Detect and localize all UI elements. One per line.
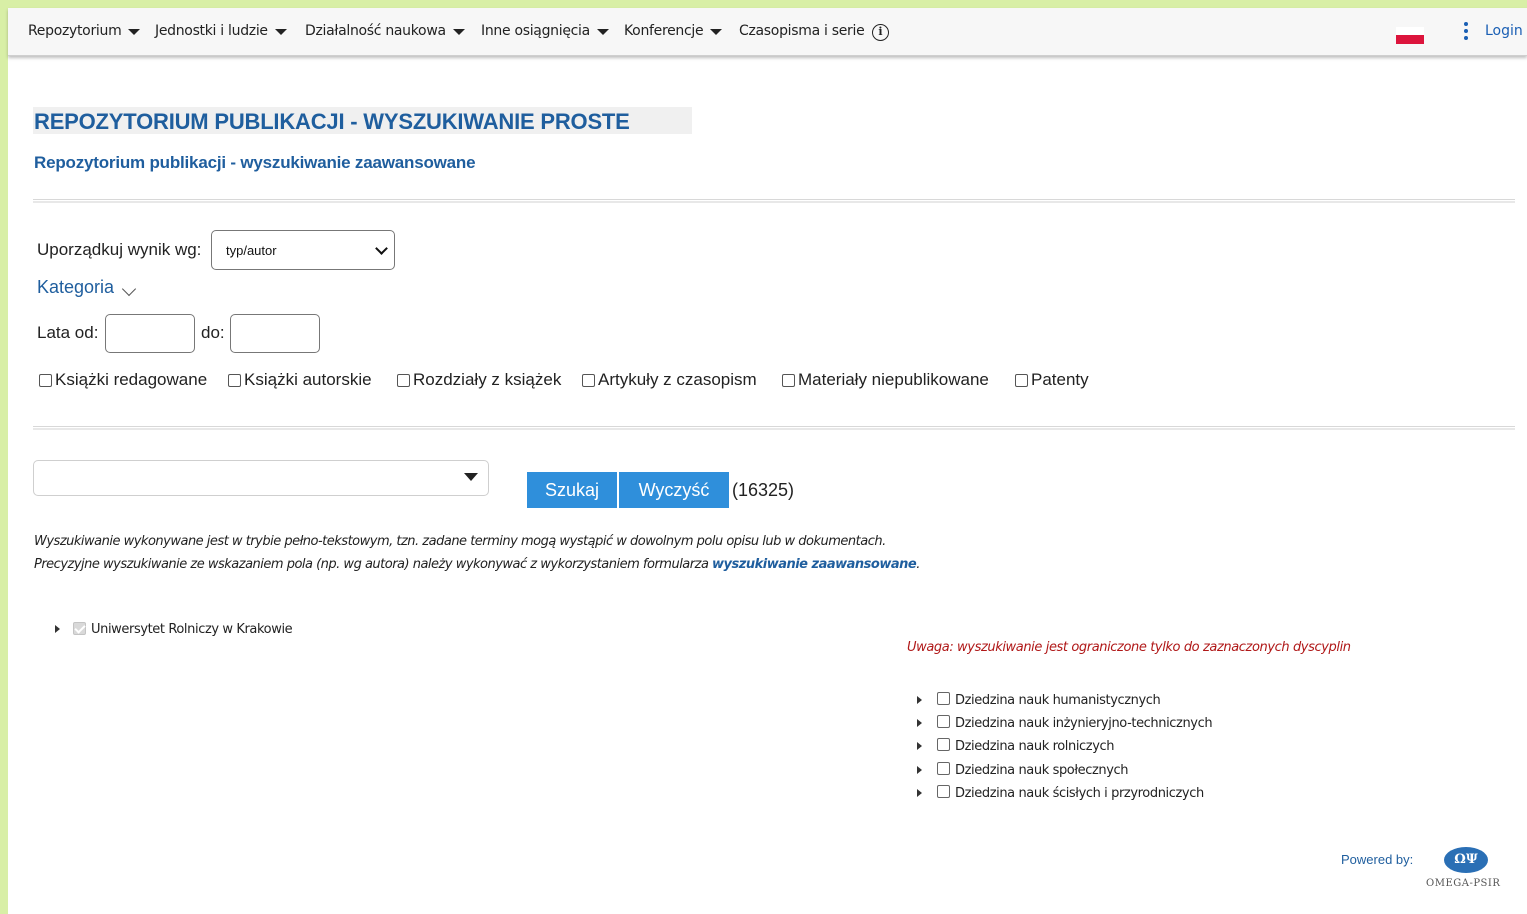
search-note-1: Wyszukiwanie wykonywane jest w trybie pe… <box>34 534 886 549</box>
discipline-checkbox[interactable] <box>937 715 950 728</box>
checkbox[interactable] <box>397 373 410 387</box>
type-checkbox-chapters[interactable]: Rozdziały z książek <box>397 370 561 390</box>
expand-triangle-icon[interactable] <box>917 742 922 750</box>
search-note-2: Precyzyjne wyszukiwanie ze wskazaniem po… <box>34 557 920 572</box>
discipline-label: Dziedzina nauk inżynieryjno-technicznych <box>955 716 1213 731</box>
chevron-down-icon <box>375 242 388 255</box>
note-text: Precyzyjne wyszukiwanie ze wskazaniem po… <box>34 557 713 572</box>
discipline-label: Dziedzina nauk społecznych <box>955 763 1129 778</box>
year-from-input[interactable] <box>105 314 195 353</box>
order-label: Uporządkuj wynik wg: <box>37 240 202 259</box>
page: Repozytorium Jednostki i ludzie Działaln… <box>8 8 1527 914</box>
caret-down-icon <box>596 29 609 35</box>
info-icon[interactable]: i <box>872 24 889 41</box>
caret-down-icon <box>452 29 465 35</box>
caret-down-icon <box>274 29 287 35</box>
omega-psir-logo-text: OMEGA-PSIR <box>1426 878 1501 889</box>
years-to-label: do: <box>201 323 225 342</box>
discipline-label: Dziedzina nauk ścisłych i przyrodniczych <box>955 786 1204 801</box>
checkbox[interactable] <box>582 373 595 387</box>
expand-triangle-icon[interactable] <box>917 766 922 774</box>
checkbox[interactable] <box>228 373 241 387</box>
unit-checkbox[interactable] <box>73 622 86 635</box>
top-navbar: Repozytorium Jednostki i ludzie Działaln… <box>8 8 1527 56</box>
discipline-checkbox[interactable] <box>937 738 950 751</box>
nav-item-label: Czasopisma i serie <box>739 23 865 39</box>
expand-triangle-icon[interactable] <box>917 696 922 704</box>
advanced-search-inline-link[interactable]: wyszukiwanie zaawansowane <box>712 557 917 572</box>
checkbox-label: Artykuły z czasopism <box>598 370 757 389</box>
discipline-checkbox[interactable] <box>937 692 950 705</box>
omega-psir-logo-icon[interactable]: ΩΨ <box>1444 847 1488 873</box>
checkbox-label: Materiały niepublikowane <box>798 370 989 389</box>
disciplines-warning: Uwaga: wyszukiwanie jest ograniczone tyl… <box>907 640 1351 655</box>
order-select[interactable]: typ/autor <box>211 230 395 270</box>
note-text: . <box>916 557 920 572</box>
discipline-checkbox[interactable] <box>937 785 950 798</box>
checkbox-label: Książki redagowane <box>55 370 208 389</box>
nav-item-label: Inne osiągnięcia <box>481 23 590 39</box>
type-checkbox-articles[interactable]: Artykuły z czasopism <box>582 370 757 390</box>
clear-button[interactable]: Wyczyść <box>619 472 729 508</box>
nav-item-konferencje[interactable]: Konferencje <box>624 23 723 39</box>
caret-down-icon <box>710 29 723 35</box>
chevron-down-icon[interactable] <box>121 281 137 297</box>
type-checkbox-patents[interactable]: Patenty <box>1015 370 1089 390</box>
years-from-label: Lata od: <box>37 323 99 342</box>
result-count: (16325) <box>732 480 795 500</box>
more-vertical-icon[interactable] <box>1463 22 1469 42</box>
expand-triangle-icon[interactable] <box>917 719 922 727</box>
divider <box>33 426 1515 430</box>
page-title: REPOZYTORIUM PUBLIKACJI - WYSZUKIWANIE P… <box>34 109 630 134</box>
divider <box>33 199 1515 203</box>
discipline-label: Dziedzina nauk rolniczych <box>955 739 1115 754</box>
type-checkbox-unpublished[interactable]: Materiały niepublikowane <box>782 370 989 390</box>
discipline-checkbox[interactable] <box>937 762 950 775</box>
search-button[interactable]: Szukaj <box>527 472 617 508</box>
year-to-input[interactable] <box>230 314 320 353</box>
order-select-value: typ/autor <box>226 243 277 258</box>
checkbox[interactable] <box>782 373 795 387</box>
nav-item-label: Działalność naukowa <box>305 23 446 39</box>
expand-triangle-icon[interactable] <box>917 789 922 797</box>
type-checkbox-authored-books[interactable]: Książki autorskie <box>228 370 372 390</box>
caret-down-icon[interactable] <box>464 473 478 481</box>
expand-triangle-icon[interactable] <box>55 625 60 633</box>
flag-pl-icon[interactable] <box>1396 27 1424 44</box>
caret-down-icon <box>128 29 141 35</box>
checkbox-label: Rozdziały z książek <box>413 370 562 389</box>
category-toggle[interactable]: Kategoria <box>37 277 114 298</box>
nav-item-label: Konferencje <box>624 23 704 39</box>
checkbox-label: Książki autorskie <box>244 370 372 389</box>
nav-item-label: Repozytorium <box>28 23 122 39</box>
nav-item-dzialalnosc[interactable]: Działalność naukowa <box>305 23 465 39</box>
nav-item-label: Jednostki i ludzie <box>155 23 268 39</box>
nav-item-repozytorium[interactable]: Repozytorium <box>28 23 141 39</box>
checkbox[interactable] <box>39 373 52 387</box>
advanced-search-link[interactable]: Repozytorium publikacji - wyszukiwanie z… <box>34 153 476 173</box>
checkbox-label: Patenty <box>1031 370 1089 389</box>
checkbox[interactable] <box>1015 373 1028 387</box>
type-checkbox-edited-books[interactable]: Książki redagowane <box>39 370 207 390</box>
powered-by-label: Powered by: <box>1341 852 1414 867</box>
login-link[interactable]: Login <box>1485 23 1523 39</box>
nav-item-inne[interactable]: Inne osiągnięcia <box>481 23 609 39</box>
discipline-label: Dziedzina nauk humanistycznych <box>955 693 1161 708</box>
nav-item-jednostki[interactable]: Jednostki i ludzie <box>155 23 287 39</box>
search-input[interactable] <box>33 460 489 496</box>
nav-item-czasopisma[interactable]: Czasopisma i serie <box>739 23 865 39</box>
unit-label: Uniwersytet Rolniczy w Krakowie <box>91 622 293 637</box>
